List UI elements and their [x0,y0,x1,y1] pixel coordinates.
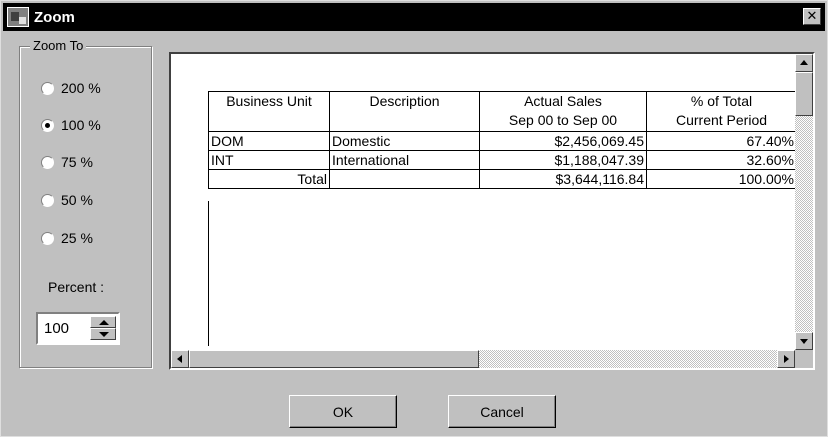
horizontal-scroll-thumb[interactable] [189,350,479,368]
radio-button[interactable] [41,155,54,169]
radio-button[interactable] [41,193,54,207]
scroll-right-arrow-icon[interactable] [777,350,795,368]
cell-sales: $3,644,116.84 [479,169,647,189]
percent-spinner[interactable]: 100 [36,312,120,345]
cell-description [329,169,480,189]
table-total-row: Total $3,644,116.84 100.00% [208,169,797,189]
header-business-unit: Business Unit [208,91,330,132]
ok-button[interactable]: OK [289,395,397,428]
header-description: Description [329,91,480,132]
vertical-scroll-thumb[interactable] [795,72,813,116]
cell-unit: DOM [208,131,330,151]
zoom-option-label: 25 % [61,230,93,246]
scroll-down-arrow-icon[interactable] [795,332,813,350]
window-title: Zoom [34,8,75,26]
percent-input[interactable]: 100 [44,320,69,337]
cell-pct: 32.60% [646,150,797,170]
zoom-option-50[interactable]: 50 % [41,192,93,208]
cell-description: International [329,150,480,170]
scrollbar-corner [795,350,813,368]
spinner-buttons [90,316,116,341]
zoom-option-label: 200 % [61,80,101,96]
cancel-button[interactable]: Cancel [448,395,556,428]
zoom-to-legend: Zoom To [30,38,87,53]
zoom-option-25[interactable]: 25 % [41,230,93,246]
scroll-left-arrow-icon[interactable] [171,350,189,368]
zoom-option-label: 100 % [61,117,101,133]
radio-button[interactable] [41,81,54,95]
cell-sales: $1,188,047.39 [479,150,647,170]
cell-sales: $2,456,069.45 [479,131,647,151]
percent-label: Percent : [48,279,105,295]
zoom-preview-pane[interactable]: Business Unit Description Actual Sales Se… [169,52,815,370]
cell-unit: INT [208,150,330,170]
cell-description: Domestic [329,131,480,151]
zoom-app-icon [7,7,29,27]
cell-pct: 100.00% [646,169,797,189]
cell-total-label: Total [208,169,330,189]
scroll-up-arrow-icon[interactable] [795,54,813,72]
radio-button[interactable] [41,118,54,132]
table-row: INT International $1,188,047.39 32.60% [208,150,797,170]
zoom-dialog: Zoom ✕ Zoom To 200 % 100 % 75 % 50 % 25 … [0,0,828,437]
report-left-rule [208,201,209,346]
zoom-to-group: Zoom To 200 % 100 % 75 % 50 % 25 % Perce… [19,38,152,368]
table-row: DOM Domestic $2,456,069.45 67.40% [208,131,797,151]
close-icon[interactable]: ✕ [803,8,821,25]
title-bar[interactable]: Zoom ✕ [3,3,825,31]
vertical-scrollbar[interactable] [795,54,813,350]
horizontal-scrollbar[interactable] [171,350,795,368]
header-percent-of-total: % of Total Current Period [646,91,797,132]
zoom-option-200[interactable]: 200 % [41,80,101,96]
table-header-row: Business Unit Description Actual Sales Se… [208,91,797,132]
zoom-option-label: 75 % [61,154,93,170]
zoom-option-100[interactable]: 100 % [41,117,101,133]
spin-up-arrow-icon[interactable] [90,316,116,328]
radio-button[interactable] [41,231,54,245]
spin-down-arrow-icon[interactable] [90,328,116,340]
zoom-option-75[interactable]: 75 % [41,154,93,170]
header-actual-sales: Actual Sales Sep 00 to Sep 00 [479,91,647,132]
report-table: Business Unit Description Actual Sales Se… [208,91,797,189]
zoom-option-label: 50 % [61,192,93,208]
cell-pct: 67.40% [646,131,797,151]
